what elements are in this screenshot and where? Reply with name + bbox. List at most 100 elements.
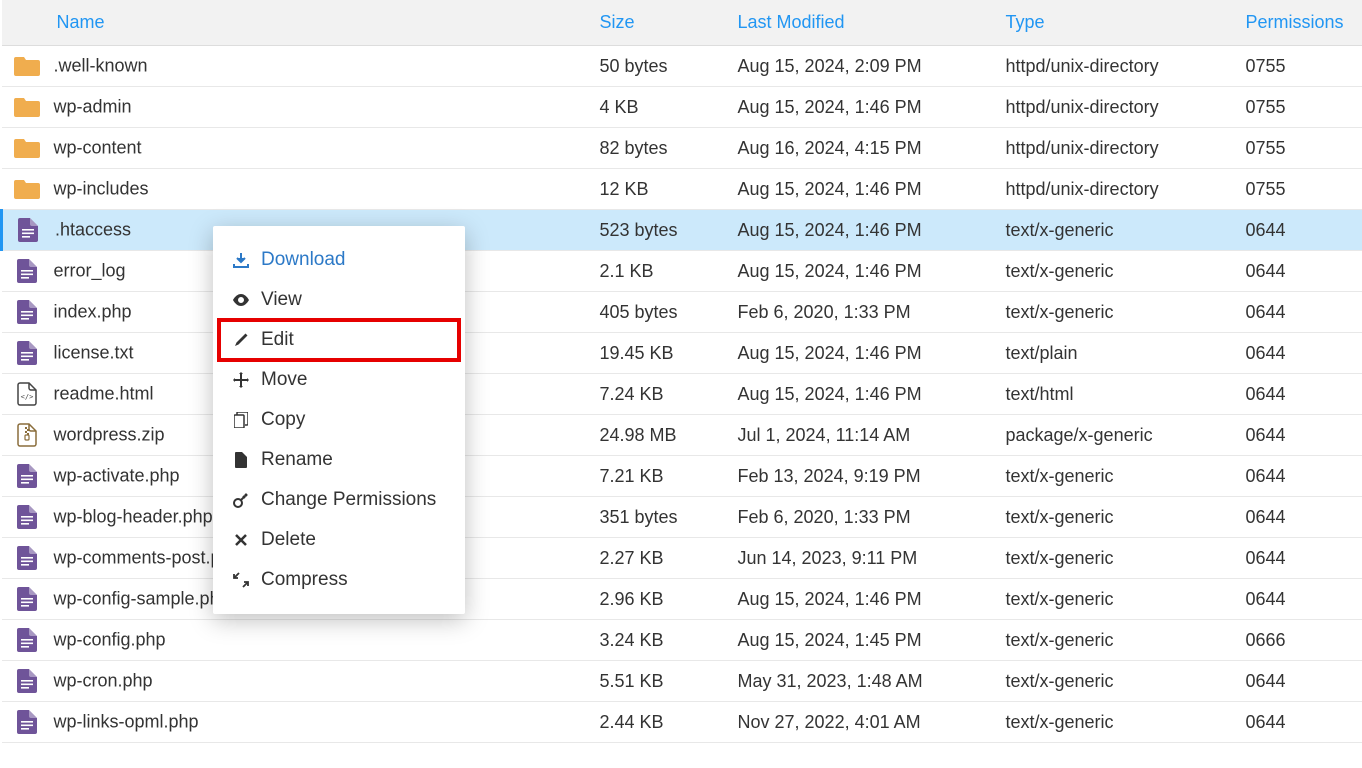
table-row[interactable]: wp-config.php 3.24 KBAug 15, 2024, 1:45 P… (2, 620, 1362, 661)
file-html-icon: </> (10, 382, 44, 406)
file-permissions: 0644 (1238, 374, 1362, 415)
menu-item-edit[interactable]: Edit (219, 320, 459, 360)
file-generic-icon (10, 669, 44, 693)
file-modified: Aug 15, 2024, 1:45 PM (730, 620, 998, 661)
table-row[interactable]: </>readme.html7.24 KBAug 15, 2024, 1:46 … (2, 374, 1362, 415)
table-row[interactable]: license.txt19.45 KBAug 15, 2024, 1:46 PM… (2, 333, 1362, 374)
table-row[interactable]: wp-content82 bytesAug 16, 2024, 4:15 PMh… (2, 128, 1362, 169)
table-row[interactable]: wp-blog-header.php351 bytesFeb 6, 2020, … (2, 497, 1362, 538)
file-modified: Aug 15, 2024, 1:46 PM (730, 374, 998, 415)
file-permissions: 0644 (1238, 538, 1362, 579)
compress-icon (231, 572, 251, 588)
file-generic-icon (10, 300, 44, 324)
file-type: httpd/unix-directory (998, 169, 1238, 210)
file-modified: Aug 15, 2024, 1:46 PM (730, 169, 998, 210)
file-permissions: 0644 (1238, 661, 1362, 702)
menu-item-rename[interactable]: Rename (213, 440, 465, 480)
file-permissions: 0644 (1238, 210, 1362, 251)
menu-item-label: Compress (261, 569, 348, 591)
menu-item-label: Move (261, 369, 307, 391)
folder-icon (10, 177, 44, 201)
file-size: 7.24 KB (592, 374, 730, 415)
file-size: 50 bytes (592, 46, 730, 87)
file-permissions: 0755 (1238, 87, 1362, 128)
file-size: 4 KB (592, 87, 730, 128)
file-type: text/x-generic (998, 497, 1238, 538)
menu-item-compress[interactable]: Compress (213, 560, 465, 600)
table-row[interactable]: wp-activate.php7.21 KBFeb 13, 2024, 9:19… (2, 456, 1362, 497)
file-modified: Aug 16, 2024, 4:15 PM (730, 128, 998, 169)
file-modified: May 31, 2023, 1:48 AM (730, 661, 998, 702)
file-name: wp-config.php (54, 630, 166, 650)
file-name: wp-activate.php (54, 466, 180, 486)
file-permissions: 0755 (1238, 46, 1362, 87)
menu-item-copy[interactable]: Copy (213, 400, 465, 440)
menu-item-label: Download (261, 249, 346, 271)
table-row[interactable]: .well-known50 bytesAug 15, 2024, 2:09 PM… (2, 46, 1362, 87)
file-type: text/x-generic (998, 579, 1238, 620)
column-header-name[interactable]: Name (2, 0, 592, 46)
file-modified: Feb 6, 2020, 1:33 PM (730, 497, 998, 538)
file-name: index.php (54, 302, 132, 322)
file-size: 12 KB (592, 169, 730, 210)
file-name: .htaccess (55, 220, 131, 240)
table-row[interactable]: wp-comments-post.php2.27 KBJun 14, 2023,… (2, 538, 1362, 579)
file-size: 351 bytes (592, 497, 730, 538)
file-name: wp-links-opml.php (54, 712, 199, 732)
table-row[interactable]: .htaccess523 bytesAug 15, 2024, 1:46 PMt… (2, 210, 1362, 251)
file-name: wp-admin (54, 97, 132, 117)
svg-text:</>: </> (20, 393, 33, 401)
file-type: text/plain (998, 333, 1238, 374)
table-row[interactable]: wp-links-opml.php 2.44 KBNov 27, 2022, 4:… (2, 702, 1362, 743)
menu-item-view[interactable]: View (213, 280, 465, 320)
table-row[interactable]: error_log2.1 KBAug 15, 2024, 1:46 PMtext… (2, 251, 1362, 292)
file-icon (231, 452, 251, 468)
table-row[interactable]: wordpress.zip24.98 MBJul 1, 2024, 11:14 … (2, 415, 1362, 456)
file-type: text/x-generic (998, 702, 1238, 743)
file-generic-icon (10, 628, 44, 652)
file-generic-icon (10, 587, 44, 611)
column-header-permissions[interactable]: Permissions (1238, 0, 1362, 46)
file-name: license.txt (54, 343, 134, 363)
menu-item-label: Change Permissions (261, 489, 436, 511)
file-modified: Feb 6, 2020, 1:33 PM (730, 292, 998, 333)
table-row[interactable]: wp-includes12 KBAug 15, 2024, 1:46 PMhtt… (2, 169, 1362, 210)
file-name: wordpress.zip (54, 425, 165, 445)
file-type: text/x-generic (998, 661, 1238, 702)
file-generic-icon (10, 710, 44, 734)
file-generic-icon (10, 546, 44, 570)
file-size: 523 bytes (592, 210, 730, 251)
table-row[interactable]: wp-config-sample.php2.96 KBAug 15, 2024,… (2, 579, 1362, 620)
file-size: 3.24 KB (592, 620, 730, 661)
file-generic-icon (10, 505, 44, 529)
column-header-type[interactable]: Type (998, 0, 1238, 46)
column-header-modified[interactable]: Last Modified (730, 0, 998, 46)
table-row[interactable]: wp-admin4 KBAug 15, 2024, 1:46 PMhttpd/u… (2, 87, 1362, 128)
file-permissions: 0644 (1238, 497, 1362, 538)
file-type: text/x-generic (998, 456, 1238, 497)
file-size: 2.1 KB (592, 251, 730, 292)
menu-item-delete[interactable]: Delete (213, 520, 465, 560)
file-size: 2.44 KB (592, 702, 730, 743)
times-icon (231, 533, 251, 547)
table-row[interactable]: wp-cron.php5.51 KBMay 31, 2023, 1:48 AMt… (2, 661, 1362, 702)
move-icon (231, 372, 251, 388)
file-modified: Nov 27, 2022, 4:01 AM (730, 702, 998, 743)
menu-item-move[interactable]: Move (213, 360, 465, 400)
menu-item-change-permissions[interactable]: Change Permissions (213, 480, 465, 520)
file-modified: Aug 15, 2024, 1:46 PM (730, 333, 998, 374)
menu-item-download[interactable]: Download (213, 240, 465, 280)
context-menu: Download View Edit Move CopyRename Change Per… (213, 226, 465, 614)
file-table: Name Size Last Modified Type Permissions… (0, 0, 1362, 743)
table-row[interactable]: index.php405 bytesFeb 6, 2020, 1:33 PMte… (2, 292, 1362, 333)
file-modified: Aug 15, 2024, 1:46 PM (730, 579, 998, 620)
file-permissions: 0644 (1238, 333, 1362, 374)
file-name: wp-content (54, 138, 142, 158)
file-name: .well-known (54, 56, 148, 76)
column-header-size[interactable]: Size (592, 0, 730, 46)
file-modified: Aug 15, 2024, 1:46 PM (730, 87, 998, 128)
file-generic-icon (10, 464, 44, 488)
menu-item-label: Edit (261, 329, 294, 351)
file-size: 2.27 KB (592, 538, 730, 579)
file-permissions: 0644 (1238, 579, 1362, 620)
